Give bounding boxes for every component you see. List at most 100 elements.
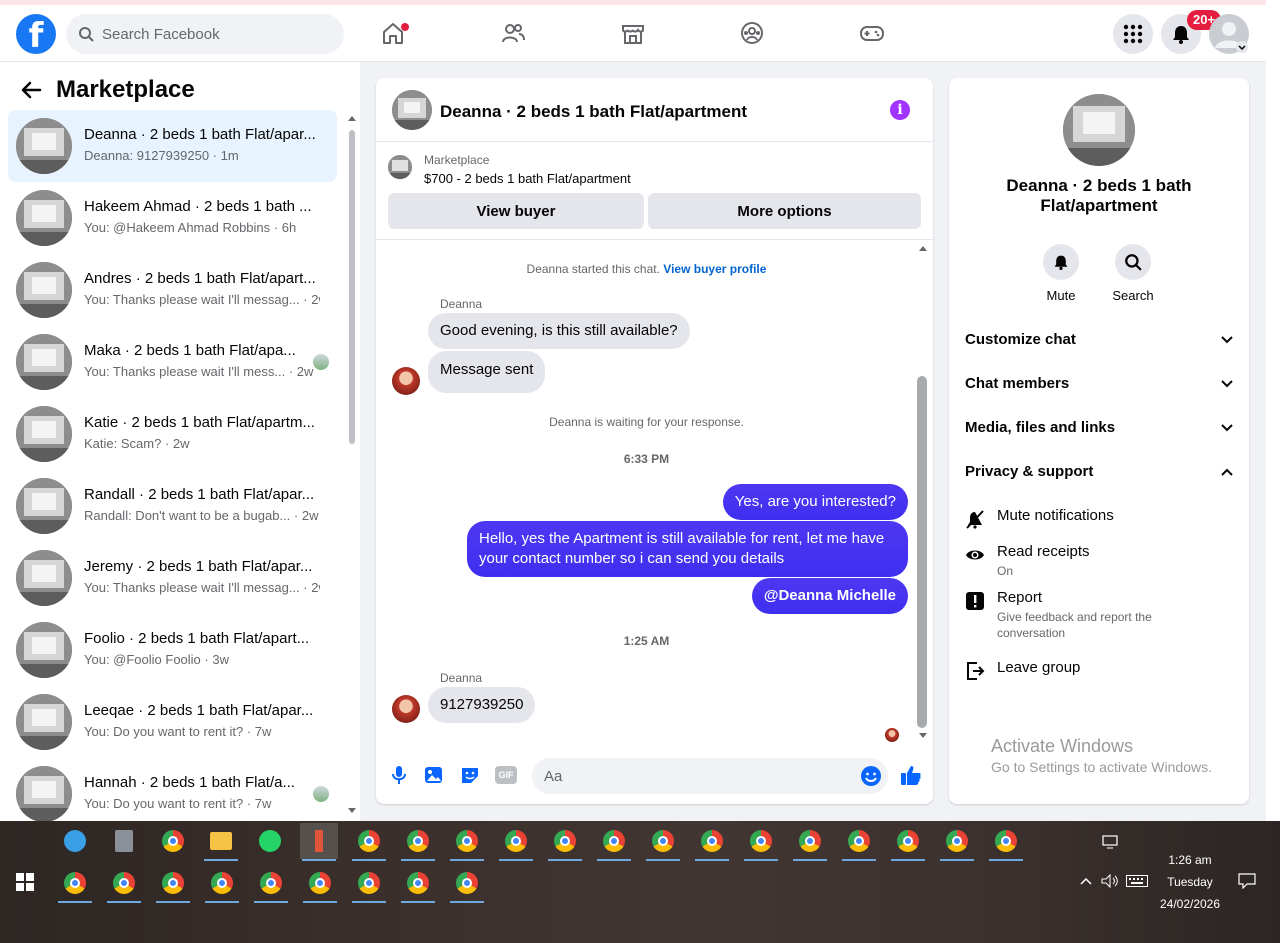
view-buyer-profile-link[interactable]: View buyer profile <box>663 262 766 276</box>
file-explorer-icon[interactable] <box>202 823 240 861</box>
gaming-icon[interactable] <box>859 20 885 46</box>
outgoing-mention-message[interactable]: @Deanna Michelle <box>751 578 908 614</box>
page-title: Marketplace <box>56 76 195 103</box>
emoji-icon[interactable] <box>860 765 882 787</box>
chrome-window-icon[interactable] <box>448 823 486 861</box>
search-input[interactable] <box>102 25 322 43</box>
chrome-window-icon[interactable] <box>938 823 976 861</box>
listing-title[interactable]: $700 - 2 beds 1 bath Flat/apartment <box>424 171 631 186</box>
customize-chat-section[interactable]: Customize chat <box>965 331 1233 348</box>
chat-details-thumbnail[interactable] <box>1063 94 1135 166</box>
volume-icon[interactable] <box>1101 874 1119 888</box>
app-icon[interactable] <box>300 823 338 861</box>
app-icon[interactable] <box>56 823 94 859</box>
clock-day[interactable]: Tuesday <box>1150 875 1230 889</box>
microphone-icon[interactable] <box>388 764 410 786</box>
conversation-item[interactable]: Jeremy · 2 beds 1 bath Flat/apar... You: … <box>8 542 337 614</box>
keyboard-icon[interactable] <box>1126 875 1148 887</box>
conversation-item[interactable]: Katie · 2 beds 1 bath Flat/apartm... Kati… <box>8 398 337 470</box>
thumbs-up-icon[interactable] <box>900 764 922 786</box>
gif-icon[interactable]: GIF <box>495 766 517 784</box>
chrome-window-icon[interactable] <box>350 865 388 903</box>
sender-avatar[interactable] <box>392 367 420 395</box>
chrome-window-icon[interactable] <box>56 865 94 903</box>
chrome-window-icon[interactable] <box>644 823 682 861</box>
clock-time[interactable]: 1:26 am <box>1150 853 1230 867</box>
outgoing-message[interactable]: Hello, yes the Apartment is still availa… <box>467 521 908 577</box>
conversation-item[interactable]: Andres · 2 beds 1 bath Flat/apart... You:… <box>8 254 337 326</box>
privacy-support-section[interactable]: Privacy & support <box>965 463 1233 480</box>
chat-members-section[interactable]: Chat members <box>965 375 1233 392</box>
chrome-window-icon[interactable] <box>693 823 731 861</box>
chat-scroll-down-icon[interactable] <box>918 732 928 740</box>
search-box[interactable] <box>66 14 344 54</box>
clock-date[interactable]: 24/02/2026 <box>1150 897 1230 911</box>
chrome-window-icon[interactable] <box>301 865 339 903</box>
view-buyer-button[interactable]: View buyer <box>388 193 644 229</box>
chrome-window-icon[interactable] <box>252 865 290 903</box>
conversation-list-scrollbar[interactable] <box>349 130 355 444</box>
friends-icon[interactable] <box>500 20 526 46</box>
chat-title[interactable]: Deanna · 2 beds 1 bath Flat/apartment <box>440 102 747 122</box>
chrome-window-icon[interactable] <box>987 823 1025 861</box>
outgoing-message[interactable]: Yes, are you interested? <box>722 484 908 520</box>
page-scrollbar[interactable] <box>1266 0 1280 821</box>
message-input[interactable] <box>544 767 844 785</box>
incoming-message[interactable]: Good evening, is this still available? <box>428 313 690 349</box>
account-avatar[interactable] <box>1209 14 1249 54</box>
chrome-window-icon[interactable] <box>203 865 241 903</box>
calculator-icon[interactable] <box>105 823 143 859</box>
chrome-window-icon[interactable] <box>791 823 829 861</box>
network-icon[interactable] <box>1102 835 1118 849</box>
info-icon[interactable]: i <box>890 100 910 120</box>
conversation-preview: You: Thanks please wait I'll messag... ·… <box>84 580 320 595</box>
chrome-window-icon[interactable] <box>105 865 143 903</box>
back-arrow-icon[interactable] <box>20 80 42 100</box>
conversation-item[interactable]: Randall · 2 beds 1 bath Flat/apar... Rand… <box>8 470 337 542</box>
listing-thumbnail[interactable] <box>392 90 432 130</box>
search-action[interactable]: Search <box>1098 244 1168 303</box>
chrome-window-icon[interactable] <box>497 823 535 861</box>
chrome-window-icon[interactable] <box>350 823 388 861</box>
listing-thumbnail <box>16 406 72 462</box>
conversation-item[interactable]: Leeqae · 2 beds 1 bath Flat/apar... You: … <box>8 686 337 758</box>
message-input-box[interactable] <box>532 758 888 794</box>
chat-scrollbar[interactable] <box>917 376 927 728</box>
scroll-up-icon[interactable] <box>347 114 357 122</box>
mute-action[interactable]: Mute <box>1026 244 1096 303</box>
chevron-up-icon[interactable] <box>1080 877 1092 885</box>
whatsapp-icon[interactable] <box>251 823 289 859</box>
chrome-window-icon[interactable] <box>595 823 633 861</box>
leave-group-label: Leave group <box>997 659 1081 676</box>
conversation-item[interactable]: Hannah · 2 beds 1 bath Flat/a... You: Do … <box>8 758 337 830</box>
sticker-icon[interactable] <box>459 764 481 786</box>
facebook-logo[interactable]: f <box>16 14 56 54</box>
menu-button[interactable] <box>1113 14 1153 54</box>
chrome-window-icon[interactable] <box>399 823 437 861</box>
chat-scroll-up-icon[interactable] <box>918 244 928 252</box>
chrome-window-icon[interactable] <box>840 823 878 861</box>
windows-start-icon[interactable] <box>16 873 34 891</box>
media-files-links-section[interactable]: Media, files and links <box>965 419 1233 436</box>
conversation-item[interactable]: Hakeem Ahmad · 2 beds 1 bath ... You: @Ha… <box>8 182 337 254</box>
sender-avatar[interactable] <box>392 695 420 723</box>
chrome-window-icon[interactable] <box>546 823 584 861</box>
conversation-item[interactable]: Deanna · 2 beds 1 bath Flat/apar... Deann… <box>8 110 337 182</box>
chevron-up-icon <box>1221 468 1233 476</box>
marketplace-icon[interactable] <box>620 20 646 46</box>
photo-icon[interactable] <box>423 764 445 786</box>
incoming-message[interactable]: Message sent <box>428 351 546 393</box>
chrome-window-icon[interactable] <box>399 865 437 903</box>
chrome-window-icon[interactable] <box>889 823 927 861</box>
groups-icon[interactable] <box>739 20 765 46</box>
conversation-item[interactable]: Foolio · 2 beds 1 bath Flat/apart... You:… <box>8 614 337 686</box>
more-options-button[interactable]: More options <box>648 193 921 229</box>
incoming-message[interactable]: 9127939250 <box>428 687 536 723</box>
notification-center-icon[interactable] <box>1238 873 1256 889</box>
chrome-window-icon[interactable] <box>742 823 780 861</box>
conversation-item[interactable]: Maka · 2 beds 1 bath Flat/apa... You: Tha… <box>8 326 337 398</box>
chrome-window-icon[interactable] <box>154 865 192 903</box>
chrome-icon[interactable] <box>154 823 192 859</box>
scroll-down-icon[interactable] <box>347 807 357 815</box>
chrome-window-icon[interactable] <box>448 865 486 903</box>
